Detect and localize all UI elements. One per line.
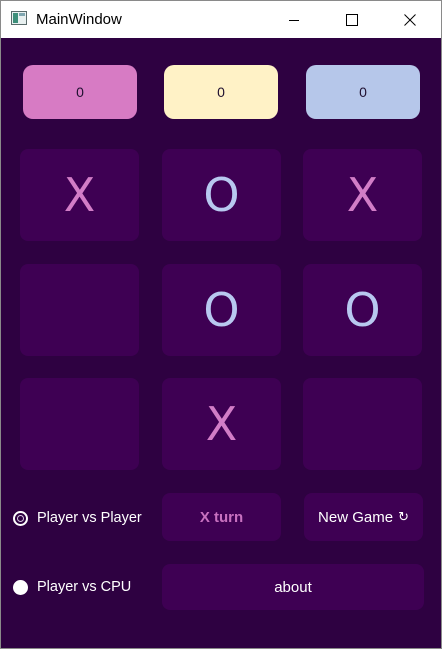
board-cell-1[interactable]: X bbox=[20, 149, 139, 241]
mode-label-cpu: Player vs CPU bbox=[37, 579, 132, 595]
close-button[interactable] bbox=[387, 1, 433, 38]
app-window-icon bbox=[11, 11, 27, 25]
mode-option-cpu[interactable]: Player vs CPU bbox=[13, 577, 131, 597]
score-x: 0 bbox=[23, 65, 137, 119]
about-button[interactable]: about bbox=[162, 564, 424, 610]
window-title: MainWindow bbox=[36, 11, 122, 28]
mode-label-pvp: Player vs Player bbox=[37, 510, 142, 526]
main-window: MainWindow 0 0 0 X O X O O X Player vs P… bbox=[0, 0, 442, 649]
board-cell-4[interactable] bbox=[20, 264, 139, 356]
score-draw: 0 bbox=[164, 65, 278, 119]
board-cell-9[interactable] bbox=[303, 378, 422, 470]
new-game-label: New Game bbox=[318, 508, 394, 526]
board-cell-5[interactable]: O bbox=[162, 264, 281, 356]
radio-cpu[interactable] bbox=[13, 579, 28, 595]
close-icon bbox=[404, 13, 416, 26]
minimize-button[interactable] bbox=[271, 1, 317, 38]
mode-option-pvp[interactable]: Player vs Player bbox=[13, 508, 142, 528]
board-cell-7[interactable] bbox=[20, 378, 139, 470]
new-game-button[interactable]: New Game ↻ bbox=[304, 493, 423, 541]
minimize-icon bbox=[289, 19, 299, 21]
refresh-icon: ↻ bbox=[398, 509, 409, 524]
maximize-icon bbox=[346, 13, 358, 26]
score-o: 0 bbox=[306, 65, 420, 119]
board-cell-2[interactable]: O bbox=[162, 149, 281, 241]
title-bar[interactable]: MainWindow bbox=[1, 1, 441, 38]
board-cell-6[interactable]: O bbox=[303, 264, 422, 356]
maximize-button[interactable] bbox=[329, 1, 375, 38]
board-cell-8[interactable]: X bbox=[162, 378, 281, 470]
board-cell-3[interactable]: X bbox=[303, 149, 422, 241]
turn-indicator: X turn bbox=[162, 493, 281, 541]
radio-pvp[interactable] bbox=[13, 510, 28, 526]
